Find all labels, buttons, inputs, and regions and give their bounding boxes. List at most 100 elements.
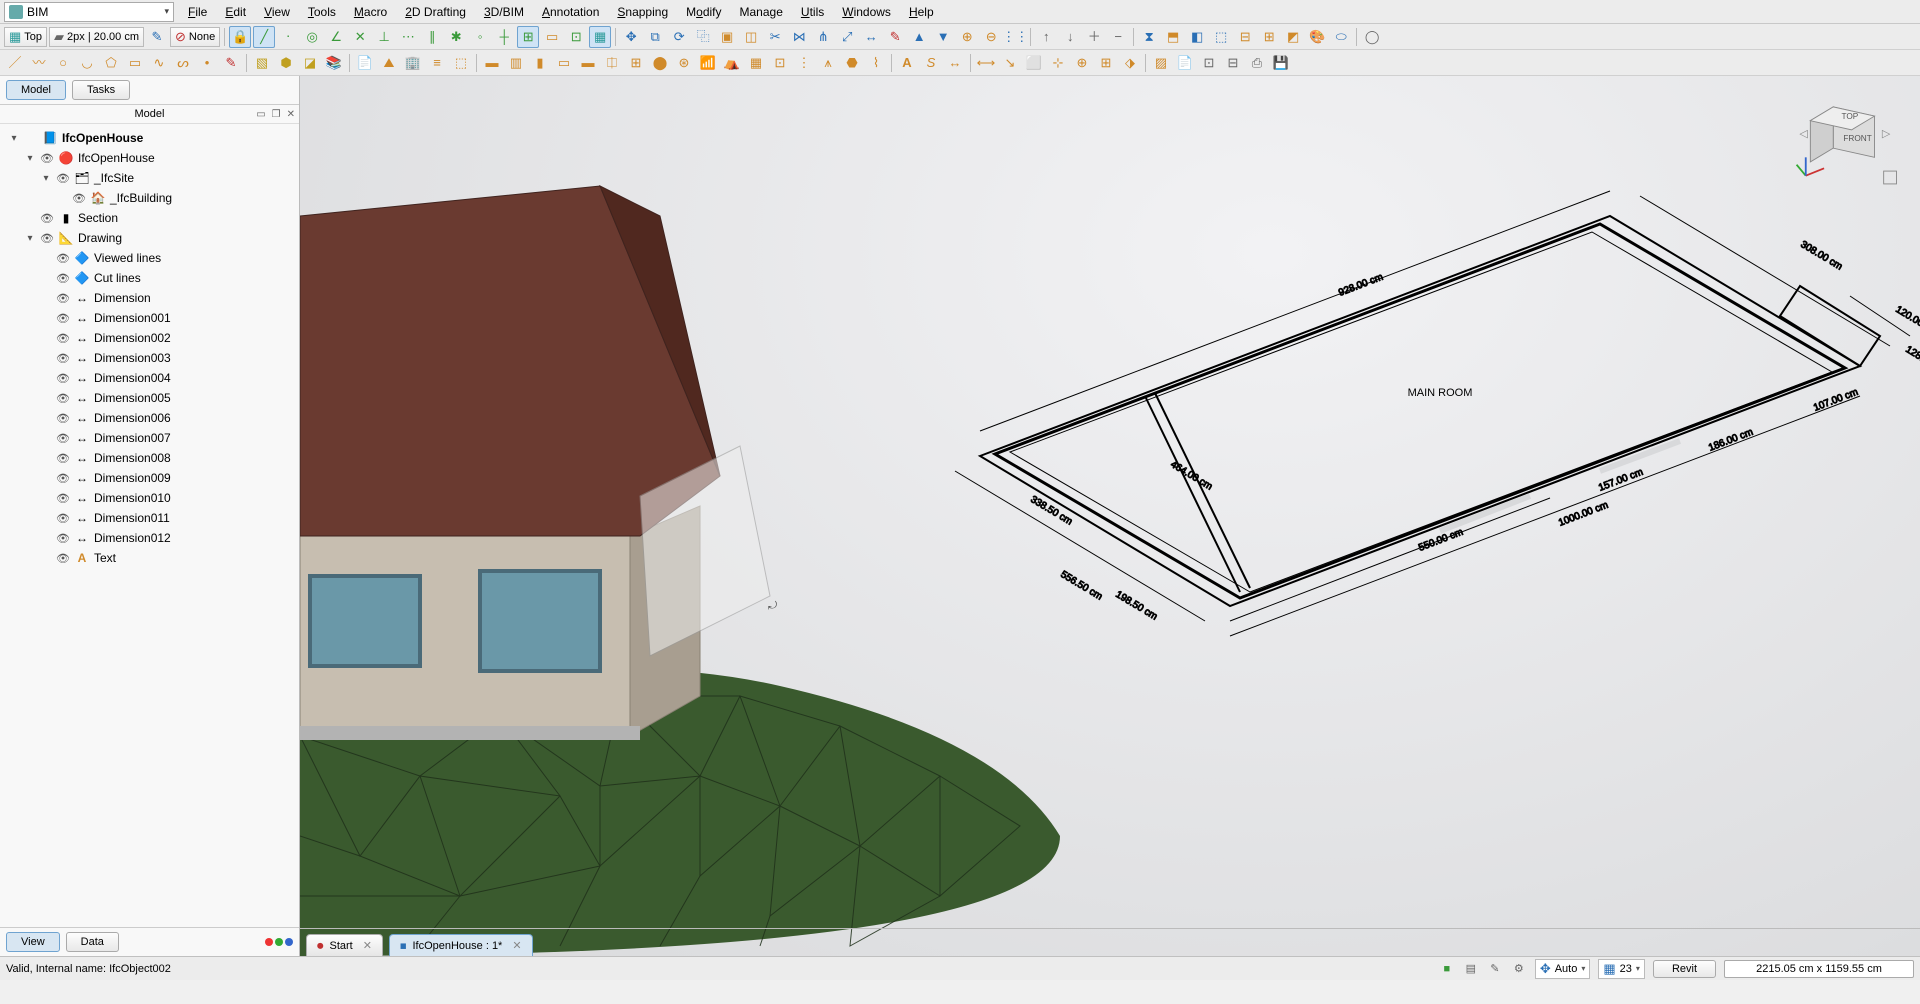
menu-modify[interactable]: Modify <box>678 3 729 21</box>
arc-tool[interactable]: ◡ <box>76 52 98 74</box>
visibility-icon[interactable]: 👁 <box>56 372 70 385</box>
compound2[interactable]: ⊞ <box>1258 26 1280 48</box>
menu-macro[interactable]: Macro <box>346 3 395 21</box>
status-edit-icon[interactable]: ✎ <box>1487 961 1503 977</box>
label-tool[interactable]: ⬜ <box>1023 52 1045 74</box>
snap-midpoint[interactable]: ⋅ <box>277 26 299 48</box>
snap-near[interactable]: ◦ <box>469 26 491 48</box>
close-icon[interactable]: ✕ <box>512 939 521 952</box>
visibility-icon[interactable]: 👁 <box>56 352 70 365</box>
clone-tool[interactable]: ⿻ <box>692 26 714 48</box>
snap-dims[interactable]: ⊡ <box>565 26 587 48</box>
snap-lock-button[interactable]: 🔒 <box>229 26 251 48</box>
visibility-icon[interactable]: 👁 <box>56 452 70 465</box>
visibility-icon[interactable]: 👁 <box>56 552 70 565</box>
move-tool[interactable]: ✥ <box>620 26 642 48</box>
compound-tool[interactable]: ⊟ <box>1234 26 1256 48</box>
extrude-tool[interactable]: ⬒ <box>1162 26 1184 48</box>
units-selector[interactable]: ▦ 23 ▾ <box>1598 959 1645 979</box>
shapestring[interactable]: S <box>920 52 942 74</box>
project-tool[interactable]: 📄 <box>354 52 376 74</box>
menu-tools[interactable]: Tools <box>300 3 344 21</box>
visibility-icon[interactable]: 👁 <box>56 512 70 525</box>
doc-tab-start[interactable]: ⏺ Start ✕ <box>306 934 383 956</box>
box-tool[interactable]: ▧ <box>251 52 273 74</box>
arrow-down[interactable]: ↓ <box>1059 26 1081 48</box>
snap-ortho[interactable]: ┼ <box>493 26 515 48</box>
tree-item-dimension001[interactable]: 👁↔Dimension001 <box>2 308 297 328</box>
save-tool[interactable]: 💾 <box>1270 52 1292 74</box>
snap-center[interactable]: ◎ <box>301 26 323 48</box>
copy-tool[interactable]: ⧉ <box>644 26 666 48</box>
tdview-tool[interactable]: ⊟ <box>1222 52 1244 74</box>
tree-item-ifcopenhouse[interactable]: ▾📘IfcOpenHouse <box>2 128 297 148</box>
line-style-button[interactable]: ▰ 2px | 20.00 cm <box>49 27 144 47</box>
tree-item--ifcbuilding[interactable]: 👁🏠_IfcBuilding <box>2 188 297 208</box>
twisty-icon[interactable]: ▾ <box>40 173 52 184</box>
offset-tool[interactable]: ▣ <box>716 26 738 48</box>
visibility-icon[interactable]: 👁 <box>56 392 70 405</box>
rebar-tool[interactable]: ⌇ <box>865 52 887 74</box>
axis-sys[interactable]: ⊕ <box>1071 52 1093 74</box>
stretch-tool[interactable]: ↔ <box>860 26 882 48</box>
tree-item-cut-lines[interactable]: 👁🔷Cut lines <box>2 268 297 288</box>
equip-tool[interactable]: ⬣ <box>841 52 863 74</box>
tree-item-dimension012[interactable]: 👁↔Dimension012 <box>2 528 297 548</box>
tab-model[interactable]: Model <box>6 80 66 100</box>
close-icon[interactable]: ✕ <box>363 939 372 952</box>
upgrade-tool[interactable]: ▲ <box>908 26 930 48</box>
visibility-icon[interactable]: 👁 <box>40 212 54 225</box>
sketch-tool[interactable]: ✎ <box>884 26 906 48</box>
tree-item-dimension007[interactable]: 👁↔Dimension007 <box>2 428 297 448</box>
tree-item-dimension008[interactable]: 👁↔Dimension008 <box>2 448 297 468</box>
space-tool[interactable]: ⬚ <box>450 52 472 74</box>
visibility-icon[interactable]: 👁 <box>56 332 70 345</box>
tab-data[interactable]: Data <box>66 932 119 952</box>
line-tool[interactable]: ／ <box>4 52 26 74</box>
tree-item-dimension009[interactable]: 👁↔Dimension009 <box>2 468 297 488</box>
wall-tool[interactable]: ▬ <box>481 52 503 74</box>
curtain-tool[interactable]: ▥ <box>505 52 527 74</box>
menu-2d[interactable]: 2D Drafting <box>397 3 474 21</box>
frame-tool[interactable]: ⊡ <box>769 52 791 74</box>
rotate-tool[interactable]: ⟳ <box>668 26 690 48</box>
tree-item--ifcsite[interactable]: ▾👁🗂_IfcSite <box>2 168 297 188</box>
visibility-icon[interactable]: 👁 <box>72 192 86 205</box>
rect-tool[interactable]: ▭ <box>124 52 146 74</box>
mirror-tool[interactable]: ⧗ <box>1138 26 1160 48</box>
downgrade-tool[interactable]: ▼ <box>932 26 954 48</box>
autogroup-button[interactable]: ⊘ None <box>170 27 220 47</box>
glue-tool[interactable]: ⬭ <box>1330 26 1352 48</box>
split-tool[interactable]: ⋔ <box>812 26 834 48</box>
wire-tool[interactable]: 〰 <box>28 52 50 74</box>
stairs-tool[interactable]: 📶 <box>697 52 719 74</box>
nav-style[interactable]: ✥ Auto ▾ <box>1535 959 1591 979</box>
colors-tool[interactable]: 🎨 <box>1306 26 1328 48</box>
undock-icon[interactable]: ▭ <box>256 109 265 120</box>
remove-tool[interactable]: ⊖ <box>980 26 1002 48</box>
fence-tool[interactable]: ⋮ <box>793 52 815 74</box>
align-plus[interactable]: ＋ <box>1083 26 1105 48</box>
visibility-icon[interactable]: 👁 <box>56 252 70 265</box>
tree-item-section[interactable]: 👁▮Section <box>2 208 297 228</box>
text-tool[interactable]: A <box>896 52 918 74</box>
tree-item-dimension011[interactable]: 👁↔Dimension011 <box>2 508 297 528</box>
snap-parallel[interactable]: ∥ <box>421 26 443 48</box>
column-tool[interactable]: ▮ <box>529 52 551 74</box>
tree-item-dimension003[interactable]: 👁↔Dimension003 <box>2 348 297 368</box>
workbench-selector[interactable]: BIM <box>4 2 174 22</box>
tree-item-ifcopenhouse[interactable]: ▾👁🔴IfcOpenHouse <box>2 148 297 168</box>
panel-tool[interactable]: ▦ <box>745 52 767 74</box>
leader-tool[interactable]: ↘ <box>999 52 1021 74</box>
snap-intersect[interactable]: ✕ <box>349 26 371 48</box>
snap-grid[interactable]: ⊞ <box>517 26 539 48</box>
construction-toggle[interactable]: ✎ <box>146 26 168 48</box>
tree-item-dimension006[interactable]: 👁↔Dimension006 <box>2 408 297 428</box>
grid2-tool[interactable]: ⊞ <box>1095 52 1117 74</box>
menu-manage[interactable]: Manage <box>732 3 791 21</box>
roof-tool[interactable]: ⛺ <box>721 52 743 74</box>
tree-item-dimension010[interactable]: 👁↔Dimension010 <box>2 488 297 508</box>
bezier-tool[interactable]: ᔕ <box>172 52 194 74</box>
tree-item-dimension004[interactable]: 👁↔Dimension004 <box>2 368 297 388</box>
visibility-icon[interactable]: 👁 <box>56 292 70 305</box>
